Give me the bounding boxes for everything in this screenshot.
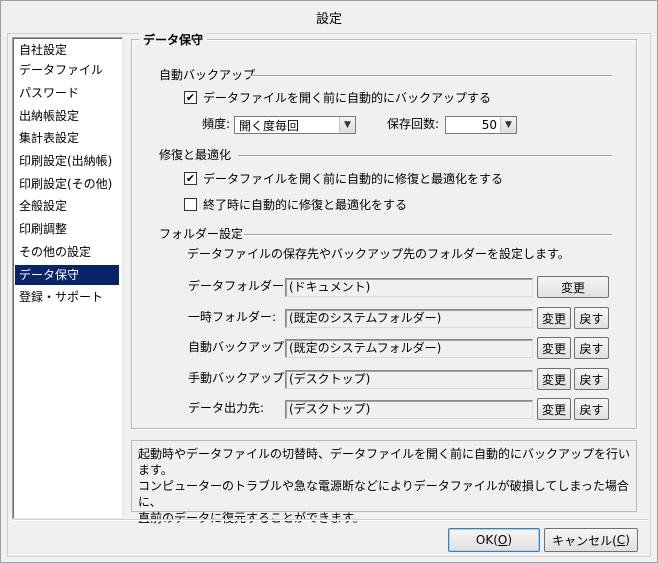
repair-on-exit-checkbox[interactable]: [184, 198, 197, 211]
auto-backup-folder-label: 自動バックアップ:: [188, 340, 289, 354]
sidebar-item-print-ledger[interactable]: 印刷設定(出納帳): [15, 151, 119, 171]
repair-before-open-checkbox[interactable]: ✔: [184, 172, 197, 185]
chevron-down-icon: ▼: [500, 117, 516, 133]
auto-backup-row[interactable]: ✔ データファイルを開く前に自動的にバックアップする: [184, 89, 491, 106]
ok-button-suffix: ): [507, 533, 513, 547]
cancel-button-accesskey: C: [616, 533, 626, 547]
temp-folder-change-button[interactable]: 変更: [537, 307, 571, 329]
sidebar-item-password[interactable]: パスワード: [15, 83, 119, 103]
temp-folder-label: 一時フォルダー:: [188, 310, 277, 324]
sidebar-item-print-adjust[interactable]: 印刷調整: [15, 219, 119, 239]
auto-backup-folder-reset-button[interactable]: 戻す: [574, 337, 609, 359]
manual-backup-folder-path: (デスクトップ): [285, 370, 533, 389]
data-output-folder-change-button[interactable]: 変更: [537, 398, 571, 420]
data-folder-path: (ドキュメント): [285, 278, 533, 297]
cancel-button-label: キャンセル(: [552, 533, 617, 548]
folder-settings-divider: [244, 234, 612, 236]
sidebar-item-data-file[interactable]: データファイル: [15, 60, 119, 80]
frequency-label: 頻度:: [202, 117, 231, 131]
sidebar-item-data-maintenance[interactable]: データ保守: [15, 265, 119, 285]
auto-backup-checkbox[interactable]: ✔: [184, 91, 197, 104]
temp-folder-reset-button[interactable]: 戻す: [574, 307, 609, 329]
panel-title: データ保守: [139, 32, 208, 48]
temp-folder-path: (既定のシステムフォルダー): [285, 309, 533, 328]
auto-backup-folder-path: (既定のシステムフォルダー): [285, 339, 533, 358]
cancel-button[interactable]: キャンセル(C): [544, 528, 638, 552]
dialog-client: 自社設定 データファイル パスワード 出納帳設定 集計表設定 印刷設定(出納帳)…: [7, 32, 651, 557]
repair-on-exit-label: 終了時に自動的に修復と最適化をする: [203, 198, 408, 212]
repair-before-open-label: データファイルを開く前に自動的に修復と最適化をする: [203, 172, 504, 186]
sidebar-item-other-settings[interactable]: その他の設定: [15, 242, 119, 262]
manual-backup-folder-label: 手動バックアップ:: [188, 371, 289, 385]
auto-backup-heading: 自動バックアップ: [159, 68, 256, 82]
description-line: 起動時やデータファイルの切替時、データファイルを開く前に自動的にバックアップを行…: [138, 447, 631, 477]
window-title: 設定: [1, 1, 657, 33]
description-line: コンピューターのトラブルや急な電源断などによりデータファイルが破損してしまった場…: [138, 479, 629, 509]
description-box: 起動時やデータファイルの切替時、データファイルを開く前に自動的にバックアップを行…: [131, 440, 637, 525]
sidebar-item-summary-settings[interactable]: 集計表設定: [15, 128, 119, 148]
frequency-value: 開く度毎回: [239, 118, 300, 133]
data-folder-change-button[interactable]: 変更: [537, 276, 609, 298]
backup-count-select[interactable]: 50 ▼: [445, 116, 517, 134]
sidebar-item-registration-support[interactable]: 登録・サポート: [15, 287, 119, 307]
backup-count-label: 保存回数:: [387, 117, 440, 131]
repair-on-exit-row[interactable]: 終了時に自動的に修復と最適化をする: [184, 196, 407, 213]
auto-backup-checkbox-label: データファイルを開く前に自動的にバックアップする: [203, 91, 492, 105]
repair-before-open-row[interactable]: ✔ データファイルを開く前に自動的に修復と最適化をする: [184, 170, 503, 187]
folder-settings-intro: データファイルの保存先やバックアップ先のフォルダーを設定します。: [187, 247, 570, 261]
footer-divider: [12, 519, 648, 521]
manual-backup-folder-reset-button[interactable]: 戻す: [574, 368, 609, 390]
sidebar-item-company-settings[interactable]: 自社設定: [15, 40, 119, 60]
chevron-down-icon: ▼: [339, 117, 355, 133]
cancel-button-suffix: ): [625, 533, 630, 547]
repair-heading: 修復と最適化: [159, 148, 232, 162]
description-line: 直前のデータに復元することができます。: [138, 511, 365, 525]
sidebar-item-general[interactable]: 全般設定: [15, 196, 119, 216]
frequency-select[interactable]: 開く度毎回 ▼: [234, 116, 356, 134]
ok-button-label: OK(: [475, 533, 498, 547]
repair-divider: [238, 155, 612, 157]
data-output-folder-reset-button[interactable]: 戻す: [574, 398, 609, 420]
sidebar-list[interactable]: 自社設定 データファイル パスワード 出納帳設定 集計表設定 印刷設定(出納帳)…: [12, 37, 123, 519]
auto-backup-folder-change-button[interactable]: 変更: [537, 337, 571, 359]
sidebar-item-print-other[interactable]: 印刷設定(その他): [15, 174, 119, 194]
auto-backup-divider: [250, 75, 612, 77]
settings-dialog: 設定 自社設定 データファイル パスワード 出納帳設定 集計表設定 印刷設定(出…: [0, 0, 658, 563]
data-output-folder-label: データ出力先:: [188, 401, 265, 415]
ok-button[interactable]: OK(O): [448, 528, 540, 552]
data-folder-label: データフォルダー:: [188, 279, 289, 293]
folder-settings-heading: フォルダー設定: [159, 227, 244, 241]
data-output-folder-path: (デスクトップ): [285, 400, 533, 419]
ok-button-accesskey: O: [497, 533, 508, 547]
backup-count-value: 50: [481, 118, 497, 132]
manual-backup-folder-change-button[interactable]: 変更: [537, 368, 571, 390]
sidebar-item-ledger-settings[interactable]: 出納帳設定: [15, 106, 119, 126]
